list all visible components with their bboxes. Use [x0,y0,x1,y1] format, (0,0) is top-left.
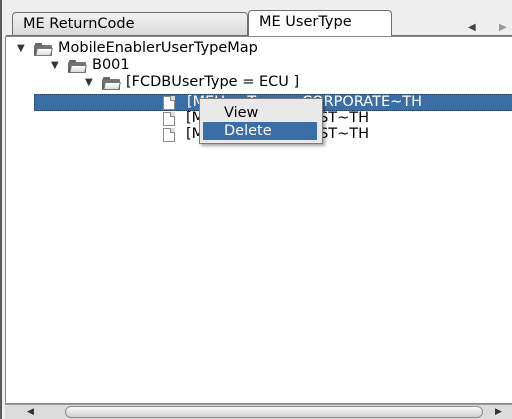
tab-scroll-left-icon[interactable]: ◀ [468,22,476,33]
scrollbar-thumb[interactable] [65,406,483,418]
tab-me-returncode[interactable]: ME ReturnCode [12,12,248,36]
usertype-tree[interactable]: ▼ MobileEnablerUserTypeMap ▼ B001 ▼ [FCD… [5,36,512,404]
file-icon [163,128,175,142]
expand-toggle-icon[interactable]: ▼ [51,60,59,71]
menu-item-view[interactable]: View [203,104,317,122]
file-icon [163,96,175,110]
context-menu: View Delete [199,98,323,144]
tree-node-fcdb-ecu[interactable]: [FCDBUserType = ECU ] [126,74,299,91]
tab-scroll-right-icon[interactable]: ▶ [499,22,507,33]
folder-open-icon [102,77,121,90]
tree-node-root[interactable]: MobileEnablerUserTypeMap [58,40,258,57]
tab-me-usertype[interactable]: ME UserType [248,10,392,36]
tree-node-b001[interactable]: B001 [92,57,130,74]
expand-toggle-icon[interactable]: ▼ [17,43,25,54]
expand-toggle-icon[interactable]: ▼ [85,77,93,88]
tab-label: ME ReturnCode [23,16,135,32]
scroll-left-icon[interactable]: ◀ [23,405,38,419]
scroll-right-icon[interactable]: ▶ [491,405,506,419]
folder-open-icon [68,60,87,73]
file-icon [163,112,175,126]
tab-label: ME UserType [259,14,352,30]
horizontal-scrollbar[interactable]: ◀ ▶ [5,404,512,419]
user-type-panel: ME ReturnCode ME UserType ◀ ▶ ▼ MobileEn… [0,0,512,419]
menu-item-delete[interactable]: Delete [203,122,317,140]
folder-open-icon [34,43,53,56]
